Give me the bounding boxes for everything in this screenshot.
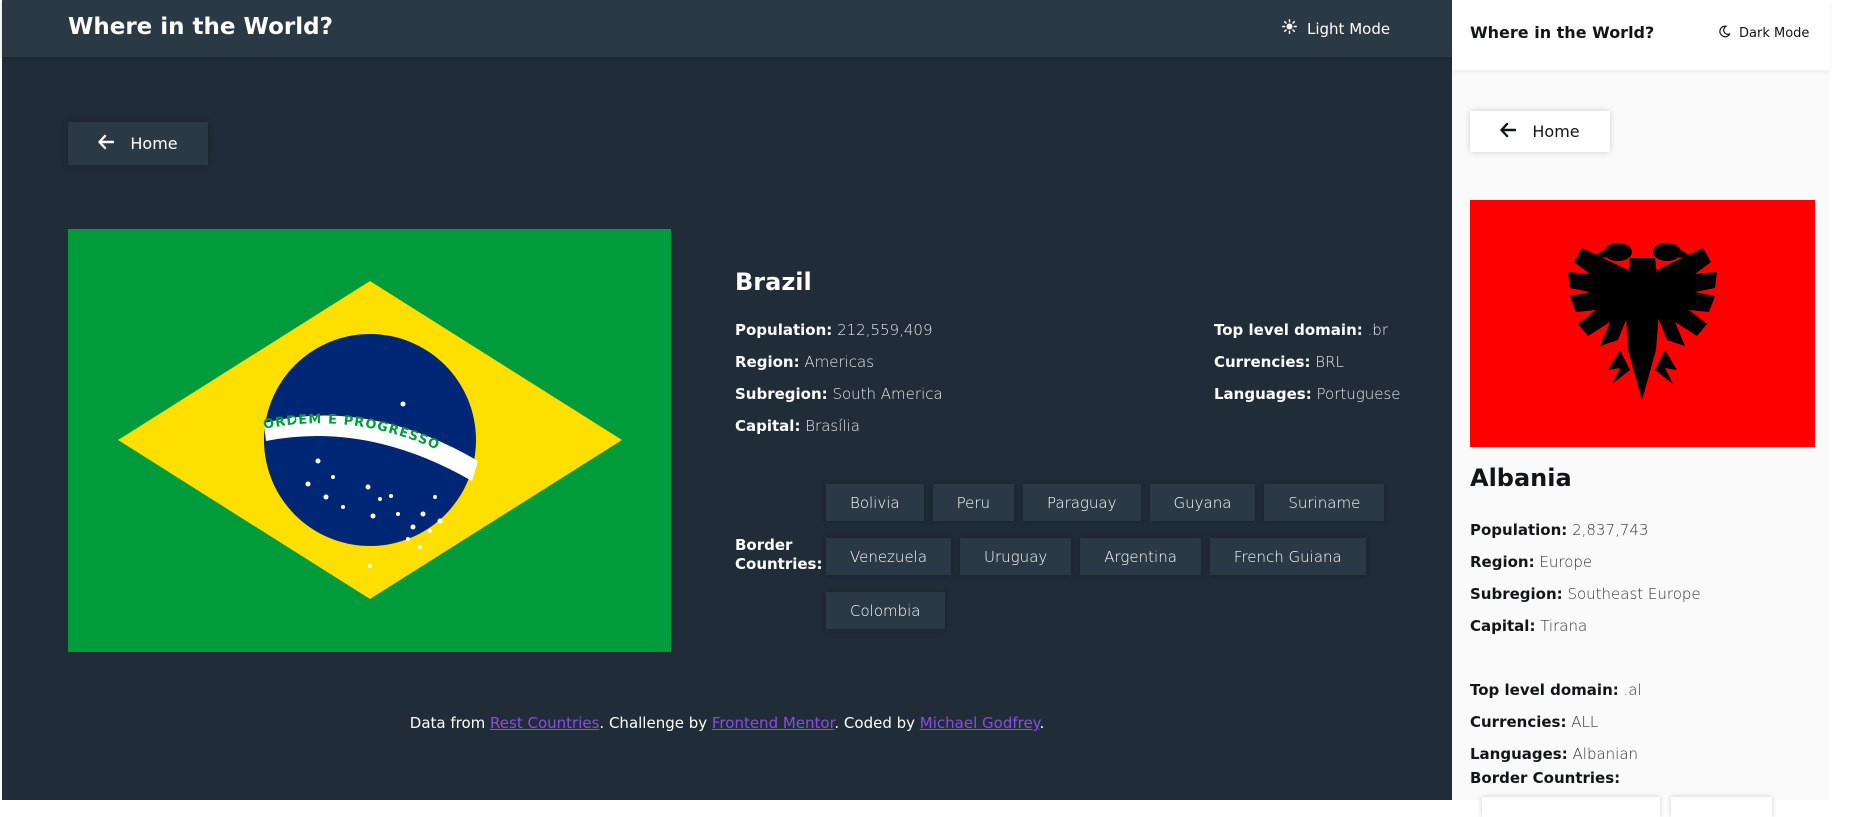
tld-value: .br — [1367, 321, 1388, 339]
dark-mode-view: Where in the World? Light Mode Home ORDE… — [2, 0, 1452, 800]
tld-row: Top level domain: .br — [1214, 319, 1401, 351]
border-row: Venezuela Uruguay Argentina French Guian… — [826, 538, 1386, 575]
border-countries-label: Border Countries: — [1470, 769, 1621, 787]
border-row: Colombia — [826, 592, 1386, 629]
border-country-button[interactable] — [1482, 797, 1660, 817]
theme-toggle-button[interactable]: Dark Mode — [1718, 25, 1809, 42]
site-title[interactable]: Where in the World? — [1470, 23, 1654, 42]
arrow-left-icon — [1500, 122, 1517, 142]
tld-row: Top level domain: .al — [1470, 679, 1642, 711]
border-countries-list: Bolivia Peru Paraguay Guyana Suriname Ve… — [826, 484, 1386, 646]
footer-text: . — [1039, 714, 1045, 732]
capital-label: Capital: — [1470, 617, 1536, 635]
site-title[interactable]: Where in the World? — [68, 14, 333, 40]
population-value: 212,559,409 — [837, 321, 933, 339]
capital-row: Capital: Brasília — [735, 415, 943, 447]
population-label: Population: — [1470, 521, 1568, 539]
currencies-label: Currencies: — [1214, 353, 1311, 371]
capital-value: Tirana — [1540, 617, 1588, 635]
subregion-value: South America — [832, 385, 943, 403]
back-home-label: Home — [1532, 122, 1580, 141]
country-details-secondary: Top level domain: .al Currencies: ALL La… — [1470, 679, 1642, 775]
subregion-value: Southeast Europe — [1567, 585, 1701, 603]
tld-label: Top level domain: — [1214, 321, 1363, 339]
capital-label: Capital: — [735, 417, 801, 435]
population-value: 2,837,743 — [1572, 521, 1649, 539]
header: Where in the World? Dark Mode — [1452, 0, 1830, 70]
subregion-label: Subregion: — [1470, 585, 1563, 603]
currencies-row: Currencies: BRL — [1214, 351, 1401, 383]
languages-label: Languages: — [1214, 385, 1312, 403]
border-country-button[interactable]: French Guiana — [1209, 538, 1366, 575]
back-home-button[interactable]: Home — [1470, 111, 1610, 152]
theme-toggle-label: Light Mode — [1307, 19, 1391, 38]
header: Where in the World? Light Mode — [2, 0, 1452, 57]
back-home-button[interactable]: Home — [68, 122, 208, 165]
border-row: Bolivia Peru Paraguay Guyana Suriname — [826, 484, 1386, 521]
tld-value: .al — [1623, 681, 1642, 699]
population-label: Population: — [735, 321, 833, 339]
border-country-button[interactable]: Uruguay — [960, 538, 1072, 575]
frontend-mentor-link[interactable]: Frontend Mentor — [712, 714, 835, 732]
currencies-row: Currencies: ALL — [1470, 711, 1642, 743]
tld-label: Top level domain: — [1470, 681, 1619, 699]
rest-countries-link[interactable]: Rest Countries — [490, 714, 599, 732]
country-details-primary: Population: 2,837,743 Region: Europe Sub… — [1470, 519, 1701, 647]
country-name: Albania — [1470, 464, 1572, 492]
languages-value: Portuguese — [1316, 385, 1401, 403]
border-country-button[interactable]: Venezuela — [826, 538, 952, 575]
region-label: Region: — [735, 353, 800, 371]
border-country-button[interactable] — [1671, 797, 1772, 817]
border-country-button[interactable]: Peru — [932, 484, 1014, 521]
region-label: Region: — [1470, 553, 1535, 571]
theme-toggle-label: Dark Mode — [1739, 26, 1810, 41]
sun-icon — [1282, 19, 1297, 38]
light-mode-view: Where in the World? Dark Mode Home Alban… — [1452, 0, 1830, 817]
moon-icon — [1718, 25, 1731, 42]
back-home-label: Home — [130, 134, 178, 153]
border-countries-label: Border Countries: — [735, 536, 823, 573]
languages-label: Languages: — [1470, 745, 1568, 763]
footer-text: . Coded by — [834, 714, 920, 732]
border-country-button[interactable]: Suriname — [1264, 484, 1385, 521]
region-value: Europe — [1539, 553, 1593, 571]
country-details-primary: Population: 212,559,409 Region: Americas… — [735, 319, 943, 447]
border-country-button[interactable]: Bolivia — [826, 484, 924, 521]
languages-row: Languages: Portuguese — [1214, 383, 1401, 415]
population-row: Population: 212,559,409 — [735, 319, 943, 351]
subregion-row: Subregion: South America — [735, 383, 943, 415]
region-row: Region: Americas — [735, 351, 943, 383]
subregion-label: Subregion: — [735, 385, 828, 403]
border-country-button[interactable]: Guyana — [1149, 484, 1256, 521]
population-row: Population: 2,837,743 — [1470, 519, 1701, 551]
region-row: Region: Europe — [1470, 551, 1701, 583]
footer-text: . Challenge by — [599, 714, 712, 732]
currencies-label: Currencies: — [1470, 713, 1567, 731]
country-name: Brazil — [735, 268, 812, 296]
border-country-button[interactable]: Argentina — [1080, 538, 1201, 575]
region-value: Americas — [804, 353, 875, 371]
footer-text: Data from — [409, 714, 491, 732]
capital-value: Brasília — [805, 417, 860, 435]
border-country-button[interactable]: Paraguay — [1023, 484, 1141, 521]
albania-flag — [1470, 200, 1815, 447]
attribution-footer: Data from Rest Countries. Challenge by F… — [2, 714, 1452, 732]
subregion-row: Subregion: Southeast Europe — [1470, 583, 1701, 615]
author-link[interactable]: Michael Godfrey — [920, 714, 1040, 732]
border-country-button[interactable]: Colombia — [826, 592, 945, 629]
country-details-secondary: Top level domain: .br Currencies: BRL La… — [1214, 319, 1401, 415]
capital-row: Capital: Tirana — [1470, 615, 1701, 647]
theme-toggle-button[interactable]: Light Mode — [1282, 19, 1390, 38]
arrow-left-icon — [98, 134, 115, 154]
currencies-value: BRL — [1315, 353, 1344, 371]
languages-value: Albanian — [1572, 745, 1639, 763]
currencies-value: ALL — [1571, 713, 1599, 731]
brazil-flag: ORDEM E PROGRESSO — [68, 229, 671, 652]
